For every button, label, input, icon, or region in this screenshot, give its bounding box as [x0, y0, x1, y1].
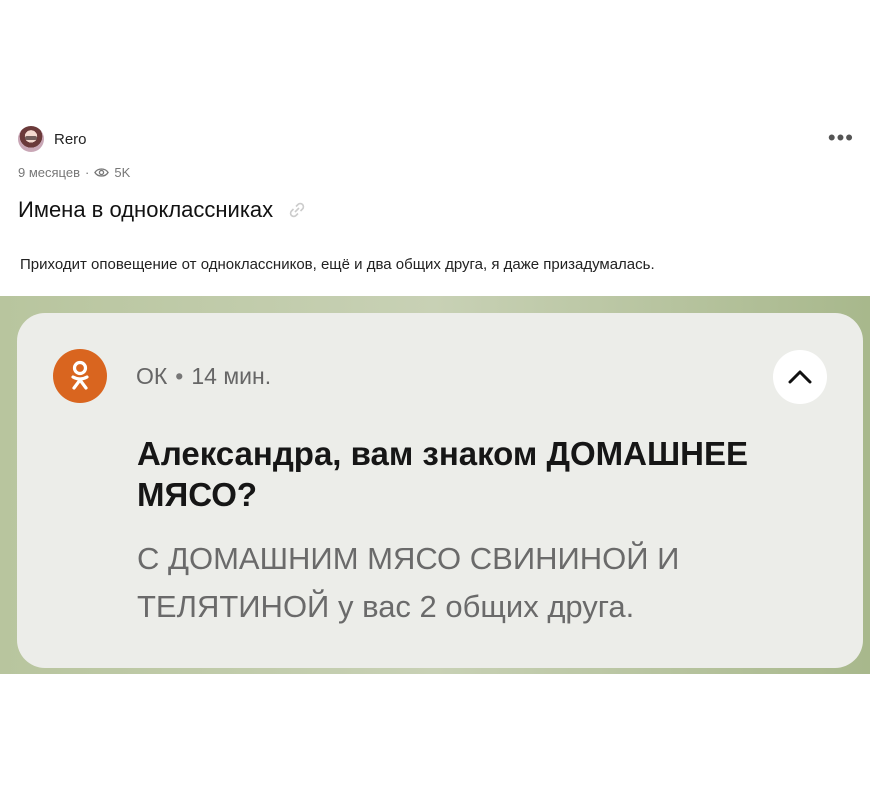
post-text: Приходит оповещение от одноклассников, е…	[20, 256, 655, 273]
app-name: ОК	[136, 363, 168, 389]
eye-icon	[94, 168, 110, 177]
more-icon[interactable]: •••	[828, 127, 854, 149]
chevron-up-icon	[788, 370, 812, 384]
meta-separator: ·	[85, 165, 90, 180]
post-age: 9 месяцев	[18, 165, 80, 180]
notification-screenshot: ОК • 14 мин. Александра, вам знаком ДОМА…	[0, 296, 870, 674]
post-title-row: Имена в одноклассниках	[18, 197, 307, 223]
notification-title: Александра, вам знаком ДОМАШНЕЕ МЯСО?	[137, 435, 748, 513]
notification-body: С ДОМАШНИМ МЯСО СВИНИНОЙ И ТЕЛЯТИНОЙ у в…	[137, 541, 680, 624]
collapse-button[interactable]	[773, 350, 827, 404]
post-author[interactable]: Rero	[18, 126, 87, 152]
avatar[interactable]	[18, 126, 44, 152]
notification-header: ОК • 14 мин.	[136, 363, 271, 390]
notification-card: ОК • 14 мин. Александра, вам знаком ДОМА…	[17, 313, 863, 668]
author-name[interactable]: Rero	[54, 131, 87, 148]
ok-logo-icon	[53, 349, 107, 403]
view-count: 5K	[114, 165, 131, 180]
post-title: Имена в одноклассниках	[18, 197, 274, 222]
link-icon[interactable]	[287, 200, 307, 220]
header-separator: •	[175, 363, 184, 389]
notification-time: 14 мин.	[191, 363, 272, 389]
post-meta: 9 месяцев · 5K	[18, 165, 130, 180]
